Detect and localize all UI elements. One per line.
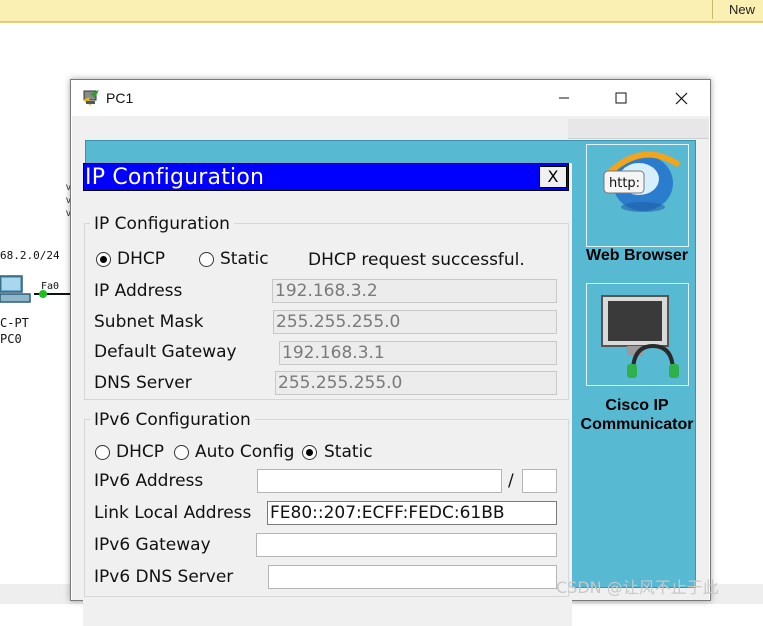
ipv6-auto-config-radio[interactable] xyxy=(174,445,189,460)
default-gateway-label: Default Gateway xyxy=(94,342,237,362)
ip-communicator-label[interactable]: Cisco IP Communicator xyxy=(567,396,707,434)
subnet-mask-label: Subnet Mask xyxy=(94,312,204,332)
device-type-label: C-PT xyxy=(0,316,29,330)
ipv6-dhcp-radio[interactable] xyxy=(95,445,110,460)
web-browser-icon: http: xyxy=(603,151,681,212)
ipv4-dhcp-radio[interactable] xyxy=(96,252,111,267)
minimize-icon xyxy=(559,97,569,99)
ip-configuration-dialog: IP Configuration X IP Configuration DHCP… xyxy=(83,163,572,626)
minimize-button[interactable] xyxy=(539,80,589,116)
ipv6-static-label[interactable]: Static xyxy=(324,442,373,462)
new-button[interactable]: New xyxy=(712,0,763,19)
ipv6-auto-config-label[interactable]: Auto Config xyxy=(195,442,294,462)
ipv6-static-radio[interactable] xyxy=(302,445,317,460)
window-titlebar[interactable]: PC1 xyxy=(71,80,710,116)
ipv6-gateway-field[interactable] xyxy=(256,533,557,557)
ipv6-dns-server-label: IPv6 DNS Server xyxy=(94,567,234,587)
ip-communicator-tile[interactable] xyxy=(586,283,689,386)
ip-configuration-header: IP Configuration X xyxy=(83,163,569,191)
ipv4-static-label[interactable]: Static xyxy=(220,249,269,269)
maximize-button[interactable] xyxy=(596,80,646,116)
dns-server-field[interactable]: 255.255.255.0 xyxy=(275,371,557,395)
ipv6-group-legend: IPv6 Configuration xyxy=(90,410,255,430)
window-body: http: Web Browser Cisco IP Communicator xyxy=(72,116,709,626)
ipv6-dns-server-field[interactable] xyxy=(268,565,557,589)
dhcp-status-text: DHCP request successful. xyxy=(308,250,525,270)
pc1-window: PC1 http: Web Browser Cisco IP Communica… xyxy=(70,79,711,626)
ip-config-close-button[interactable]: X xyxy=(539,166,567,188)
ipv6-prefix-field[interactable] xyxy=(522,469,557,493)
subnet-mask-field[interactable]: 255.255.255.0 xyxy=(273,310,557,334)
http-icon-text: http: xyxy=(609,176,640,191)
web-browser-tile[interactable]: http: xyxy=(586,144,689,247)
ipv4-group-legend: IP Configuration xyxy=(90,214,234,234)
ip-address-field[interactable]: 192.168.3.2 xyxy=(272,279,557,303)
ipv6-prefix-separator: / xyxy=(508,471,514,491)
pc-device-icon[interactable] xyxy=(0,272,34,306)
link-local-address-label: Link Local Address xyxy=(94,503,252,523)
ipv6-address-field[interactable] xyxy=(257,469,502,493)
ipv6-dhcp-label[interactable]: DHCP xyxy=(116,442,164,462)
pc-app-icon xyxy=(83,90,99,106)
ip-communicator-icon xyxy=(601,295,679,378)
csdn-watermark: CSDN @让风不止于此 xyxy=(556,578,719,597)
port-label: Fa0 xyxy=(41,281,60,292)
default-gateway-field[interactable]: 192.168.3.1 xyxy=(279,341,557,365)
ipv4-static-radio[interactable] xyxy=(199,252,214,267)
maximize-icon xyxy=(615,92,627,104)
ipv6-address-label: IPv6 Address xyxy=(94,471,204,491)
close-button[interactable] xyxy=(656,80,706,116)
tab-strip xyxy=(568,119,709,139)
ipv6-gateway-label: IPv6 Gateway xyxy=(94,535,211,555)
ip-configuration-title: IP Configuration xyxy=(85,165,265,190)
device-name-label: PC0 xyxy=(0,332,22,346)
workspace-toolbar xyxy=(0,0,763,22)
close-icon xyxy=(675,92,687,104)
web-browser-label[interactable]: Web Browser xyxy=(567,246,707,277)
window-title: PC1 xyxy=(106,90,134,106)
dns-server-label: DNS Server xyxy=(94,373,192,393)
ip-address-label: IP Address xyxy=(94,281,183,301)
ipv4-dhcp-label[interactable]: DHCP xyxy=(117,249,165,269)
link-local-address-field[interactable]: FE80::207:ECFF:FEDC:61BB xyxy=(267,501,557,525)
toolbar-divider xyxy=(0,22,763,23)
network-subnet-label: 68.2.0/24 xyxy=(0,249,60,262)
